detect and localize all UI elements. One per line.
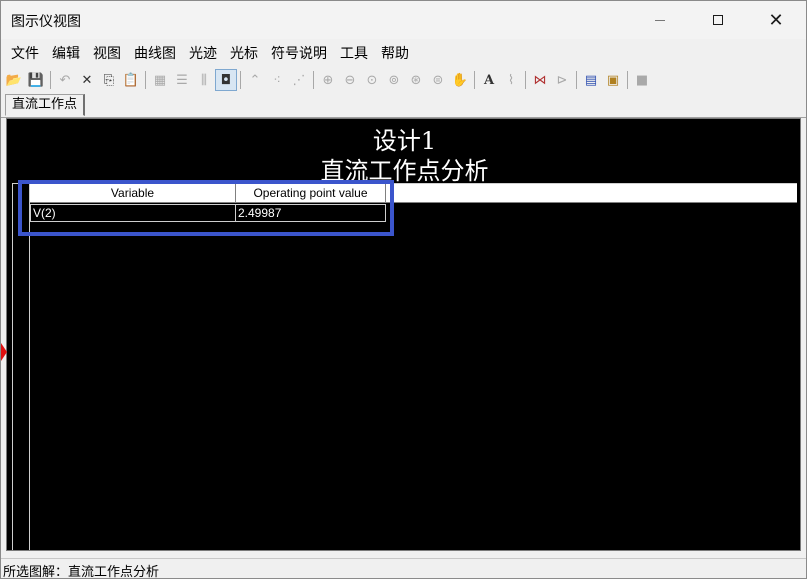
save-button[interactable]: 💾	[25, 69, 47, 91]
zoom-in-icon: ⊕	[322, 72, 334, 88]
show-cursors-icon: ⋈	[533, 72, 547, 88]
minimize-button[interactable]	[631, 1, 689, 39]
cursor-export-icon: ⊳	[556, 72, 568, 88]
undo-button[interactable]: ↶	[54, 69, 76, 91]
menu-bar: 文件 编辑 视图 曲线图 光迹 光标 符号说明 工具 帮助	[1, 41, 806, 67]
export-image-button[interactable]: ▣	[602, 69, 624, 91]
menu-trace[interactable]: 光迹	[183, 42, 223, 66]
overlay-icon: ◘	[220, 72, 232, 88]
text-icon: A	[483, 72, 495, 88]
status-bar: 所选图解：直流工作点分析	[1, 558, 806, 579]
trace-points-icon: ⁖	[273, 72, 281, 88]
zoom-fit-button[interactable]: ⊙	[361, 69, 383, 91]
row-header-gutter	[13, 184, 30, 550]
save-icon: 💾	[27, 72, 45, 88]
cursor-export-button[interactable]: ⊳	[551, 69, 573, 91]
text-button[interactable]: A	[478, 69, 500, 91]
export-data-icon: ▤	[584, 72, 598, 88]
cursor-trace-button[interactable]: ⌇	[500, 69, 522, 91]
undo-icon: ↶	[59, 72, 71, 88]
status-text: 所选图解：直流工作点分析	[3, 565, 160, 579]
column-header-value[interactable]: Operating point value	[236, 184, 386, 202]
grid-icon: ▦	[153, 72, 167, 88]
menu-tools[interactable]: 工具	[334, 42, 374, 66]
toolbar-separator	[474, 71, 475, 89]
trace-points-button[interactable]: ⁖	[266, 69, 288, 91]
copy-button[interactable]: ⎘	[98, 69, 120, 91]
tab-dc-operating-point[interactable]: 直流工作点	[5, 94, 86, 116]
zoom-in-button[interactable]: ⊕	[317, 69, 339, 91]
zoom-area-button[interactable]: ⊜	[427, 69, 449, 91]
paste-button[interactable]: 📋	[120, 69, 142, 91]
menu-help[interactable]: 帮助	[375, 42, 415, 66]
menu-edit[interactable]: 编辑	[46, 42, 86, 66]
toolbar-separator	[525, 71, 526, 89]
open-folder-button[interactable]: 📂	[3, 69, 25, 91]
grid-button[interactable]: ▦	[149, 69, 171, 91]
menu-legend[interactable]: 符号说明	[265, 42, 333, 66]
trace-line-button[interactable]: ⌃	[244, 69, 266, 91]
toolbar-separator	[627, 71, 628, 89]
pan-hand-icon: ✋	[451, 72, 469, 88]
menu-file[interactable]: 文件	[5, 42, 45, 66]
pan-button[interactable]: ✋	[449, 69, 471, 91]
zoom-y-icon: ⊛	[410, 72, 422, 88]
cursor-trace-icon: ⌇	[507, 72, 515, 88]
zoom-out-button[interactable]: ⊖	[339, 69, 361, 91]
toolbar-separator	[313, 71, 314, 89]
results-grid[interactable]: Variable Operating point value V(2) 2.49…	[12, 183, 797, 550]
export-image-icon: ▣	[606, 72, 620, 88]
title-bar[interactable]: 图示仪视图 ✕	[1, 1, 806, 39]
list-icon: ☰	[176, 72, 188, 88]
copy-icon: ⎘	[103, 72, 115, 88]
toolbar-separator	[240, 71, 241, 89]
trace-marked-button[interactable]: ⋰	[288, 69, 310, 91]
trace-marked-icon: ⋰	[292, 72, 306, 88]
open-folder-icon: 📂	[5, 72, 23, 88]
selection-marker	[1, 343, 7, 361]
zoom-fit-icon: ⊙	[366, 72, 378, 88]
menu-view[interactable]: 视图	[87, 42, 127, 66]
delete-button[interactable]: ✕	[76, 69, 98, 91]
zoom-area-icon: ⊜	[432, 72, 444, 88]
list-button[interactable]: ☰	[171, 69, 193, 91]
column-header-variable[interactable]: Variable	[30, 184, 236, 202]
zoom-y-button[interactable]: ⊛	[405, 69, 427, 91]
delete-icon: ✕	[81, 72, 93, 88]
paste-icon: 📋	[122, 72, 140, 88]
menu-graph[interactable]: 曲线图	[128, 42, 182, 66]
maximize-button[interactable]	[689, 1, 747, 39]
plot-subtitle: 直流工作点分析	[320, 157, 489, 185]
close-icon: ✕	[768, 9, 784, 31]
toolbar-separator	[145, 71, 146, 89]
show-cursors-button[interactable]: ⋈	[529, 69, 551, 91]
maximize-icon	[713, 15, 723, 25]
plot-area[interactable]: 设计1 直流工作点分析 Variable Operating point val…	[6, 118, 801, 551]
grid-header-row: Variable Operating point value	[30, 184, 797, 203]
close-button[interactable]: ✕	[747, 1, 805, 39]
table-row[interactable]: V(2) 2.49987	[30, 204, 386, 222]
toolbar-separator	[576, 71, 577, 89]
plot-axes-button[interactable]: ⫼	[193, 69, 215, 91]
cell-value[interactable]: 2.49987	[236, 205, 385, 221]
zoom-out-icon: ⊖	[344, 72, 356, 88]
minimize-icon	[655, 19, 665, 21]
trace-line-icon: ⌃	[249, 72, 261, 88]
zoom-x-icon: ⊚	[388, 72, 400, 88]
zoom-x-button[interactable]: ⊚	[383, 69, 405, 91]
grapher-window: 图示仪视图 ✕ 文件 编辑 视图 曲线图 光迹 光标 符号说明 工具 帮助 📂 …	[0, 0, 807, 579]
plot-axes-icon: ⫼	[201, 72, 207, 88]
tab-strip: 直流工作点	[1, 93, 806, 118]
overlay-button[interactable]: ◘	[215, 69, 237, 91]
toolbar-separator	[50, 71, 51, 89]
toolbar: 📂 💾 ↶ ✕ ⎘ 📋 ▦ ☰ ⫼ ◘ ⌃ ⁖ ⋰ ⊕ ⊖ ⊙ ⊚ ⊛ ⊜ ✋ …	[1, 69, 806, 91]
menu-cursor[interactable]: 光标	[224, 42, 264, 66]
window-title: 图示仪视图	[11, 14, 81, 30]
stop-icon: ■	[635, 72, 649, 88]
stop-button[interactable]: ■	[631, 69, 653, 91]
export-data-button[interactable]: ▤	[580, 69, 602, 91]
cell-variable[interactable]: V(2)	[31, 205, 236, 221]
